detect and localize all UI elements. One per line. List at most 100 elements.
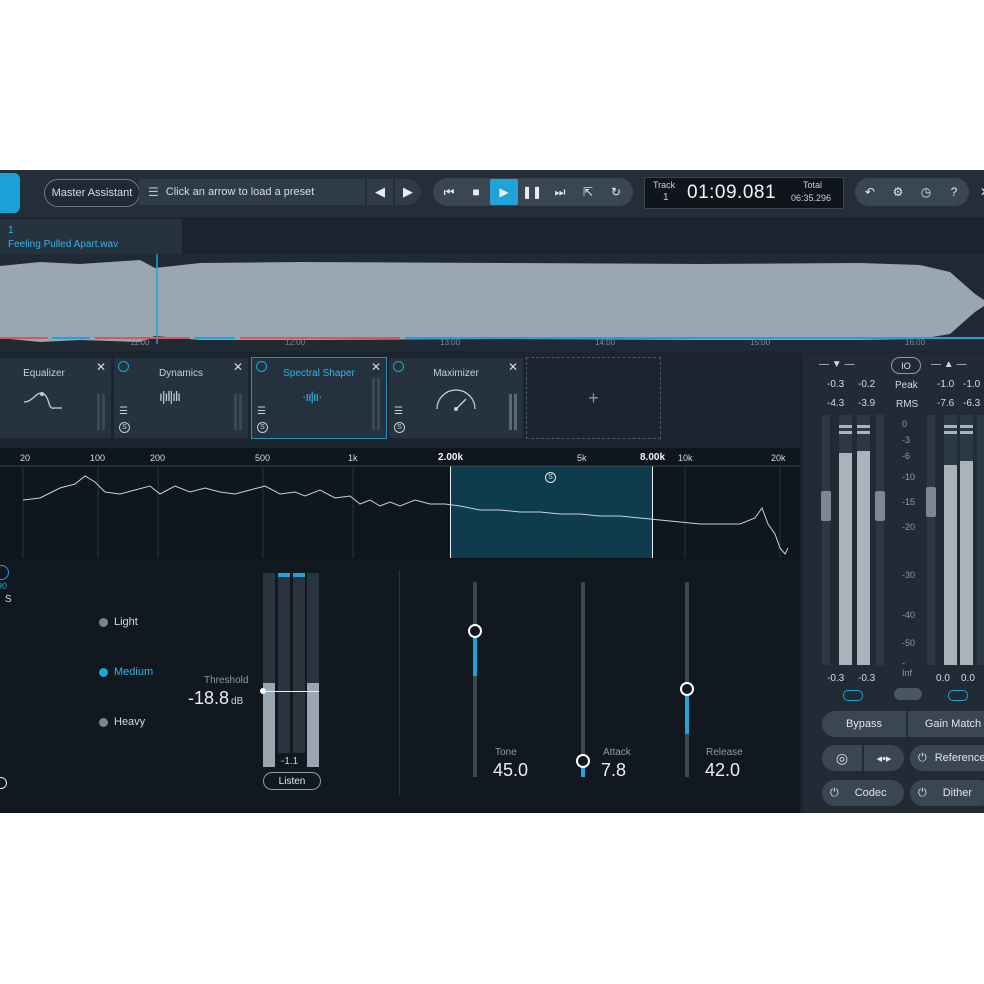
loop-button[interactable]: ↻ <box>603 179 629 205</box>
output-link-fader[interactable] <box>977 415 984 665</box>
settings-button[interactable]: ⚙ <box>885 179 911 205</box>
power-icon[interactable] <box>0 777 7 789</box>
close-icon[interactable]: ✕ <box>508 360 518 374</box>
output-triangle-icon[interactable]: — ▲ — <box>931 359 966 370</box>
freq-label: 10k <box>678 453 693 463</box>
top-toolbar: Master Assistant ☰ Click an arrow to loa… <box>0 170 984 218</box>
module-meter <box>509 394 512 430</box>
pause-button[interactable]: ❚❚ <box>519 179 545 205</box>
release-label: Release <box>706 747 743 758</box>
power-icon[interactable] <box>0 565 9 580</box>
waveform-overview[interactable]: 11:00 12:00 13:00 14:00 15:00 16:00 <box>0 254 984 351</box>
bypass-button[interactable]: Bypass <box>822 711 906 737</box>
solo-icon[interactable]: S <box>257 422 268 433</box>
loop-icon: ↻ <box>610 185 622 199</box>
freq-label: 500 <box>255 453 271 463</box>
attack-slider[interactable] <box>576 582 590 777</box>
utility-group: ↶ ⚙ ◷ ? <box>855 178 969 206</box>
band-solo-button[interactable]: S <box>545 472 556 483</box>
output-meter-r <box>960 415 973 665</box>
mode-medium-label[interactable]: Medium <box>114 666 153 678</box>
io-button[interactable]: IO <box>891 357 921 374</box>
fader-handle[interactable] <box>875 491 885 521</box>
module-meter <box>234 394 237 430</box>
file-tab[interactable]: 1 Feeling Pulled Apart.wav <box>0 219 182 254</box>
list-icon[interactable]: ☰ <box>257 406 266 417</box>
loop-region-icon: ⇱ <box>582 185 594 199</box>
mode-heavy-label[interactable]: Heavy <box>114 716 145 728</box>
add-module-button[interactable]: + <box>526 357 661 439</box>
rms-label: RMS <box>896 399 919 410</box>
freq-label: 200 <box>150 453 166 463</box>
release-slider[interactable] <box>680 582 694 777</box>
timeline-tick: 15:00 <box>750 338 771 347</box>
mode-light-label[interactable]: Light <box>114 616 138 628</box>
output-link-icon[interactable] <box>948 690 968 701</box>
list-icon[interactable]: ☰ <box>119 406 128 417</box>
module-equalizer[interactable]: Equalizer ✕ <box>0 357 112 439</box>
preset-next-button[interactable]: ▶ <box>395 179 421 205</box>
module-dynamics[interactable]: Dynamics ✕ ı|ıl|ılı ☰ S <box>113 357 249 439</box>
width-button[interactable]: ◂•▸ <box>864 745 904 771</box>
release-slider-handle[interactable] <box>680 682 694 697</box>
play-button[interactable]: ▶ <box>490 179 518 205</box>
close-icon[interactable]: ✕ <box>96 360 106 374</box>
gain-match-button[interactable]: Gain Match <box>908 711 984 737</box>
loop-region-button[interactable]: ⇱ <box>575 179 601 205</box>
input-triangle-icon[interactable]: — ▼ — <box>819 359 854 370</box>
threshold-meter[interactable]: -1.1 <box>260 573 319 767</box>
history-button[interactable]: ◷ <box>913 179 939 205</box>
module-maximizer[interactable]: Maximizer ✕ ☰ S <box>388 357 524 439</box>
io-link-icon[interactable] <box>894 688 922 700</box>
reference-label: Reference <box>934 752 984 764</box>
solo-icon[interactable]: S <box>119 422 130 433</box>
input-link-icon[interactable] <box>843 690 863 701</box>
band-high-label: 8.00k <box>640 452 666 463</box>
gear-icon: ⚙ <box>892 185 904 199</box>
attack-slider-handle[interactable] <box>576 754 590 769</box>
play-icon: ▶ <box>499 185 509 199</box>
help-button[interactable]: ? <box>941 179 967 205</box>
mode-medium-radio[interactable] <box>99 668 108 677</box>
list-icon[interactable]: ☰ <box>394 406 403 417</box>
close-icon[interactable]: ✕ <box>371 360 381 374</box>
master-assistant-button[interactable]: Master Assistant <box>44 179 140 207</box>
skip-back-icon: ⏮ <box>443 184 455 199</box>
app-window: Master Assistant ☰ Click an arrow to loa… <box>0 170 984 813</box>
preset-prev-button[interactable]: ◀ <box>367 179 393 205</box>
dither-button[interactable]: ⏻ Dither <box>910 780 984 806</box>
module-name: Maximizer <box>433 368 479 379</box>
tone-value: 45.0 <box>493 760 529 780</box>
solo-icon[interactable]: S <box>394 422 405 433</box>
tone-slider[interactable] <box>468 582 482 777</box>
listen-label: Listen <box>278 775 306 787</box>
bypass-label: Bypass <box>845 718 883 730</box>
left-partial-label: S <box>5 594 12 605</box>
module-spectral-shaper[interactable]: Spectral Shaper ✕ ·ıı|ıı· ☰ S <box>251 357 387 439</box>
fader-handle[interactable] <box>821 491 831 521</box>
preset-field[interactable]: ☰ Click an arrow to load a preset <box>139 179 365 205</box>
preset-placeholder: Click an arrow to load a preset <box>165 186 315 198</box>
fader-handle[interactable] <box>926 487 936 517</box>
input-link-fader[interactable] <box>875 415 885 665</box>
close-icon[interactable]: ✕ <box>233 360 243 374</box>
close-window-button[interactable]: ✕ <box>972 179 984 205</box>
spectrum-display[interactable]: 20 100 200 500 1k 2.00k 5k 8.00k 10k 20k… <box>0 448 800 560</box>
listen-button[interactable]: Listen <box>263 772 321 790</box>
undo-button[interactable]: ↶ <box>857 179 883 205</box>
help-icon: ? <box>950 185 958 199</box>
reference-button[interactable]: ⏻ Reference <box>910 745 984 771</box>
stop-button[interactable]: ■ <box>463 179 489 205</box>
gain-reduction-value: -1.1 <box>281 756 299 767</box>
codec-button[interactable]: ⏻ Codec <box>822 780 904 806</box>
skip-forward-button[interactable]: ⏭ <box>547 179 573 205</box>
tone-slider-handle[interactable] <box>468 623 482 638</box>
mode-light-radio[interactable] <box>99 618 108 627</box>
mode-heavy-radio[interactable] <box>99 718 108 727</box>
out-bottom-r: 0.0 <box>961 673 975 684</box>
output-gain-fader[interactable] <box>926 415 936 665</box>
rewind-button[interactable]: ⏮ <box>436 179 462 205</box>
input-gain-fader[interactable] <box>821 415 831 665</box>
stereo-view-button[interactable]: ◎ <box>822 745 862 771</box>
track-number: 1 <box>663 192 669 203</box>
